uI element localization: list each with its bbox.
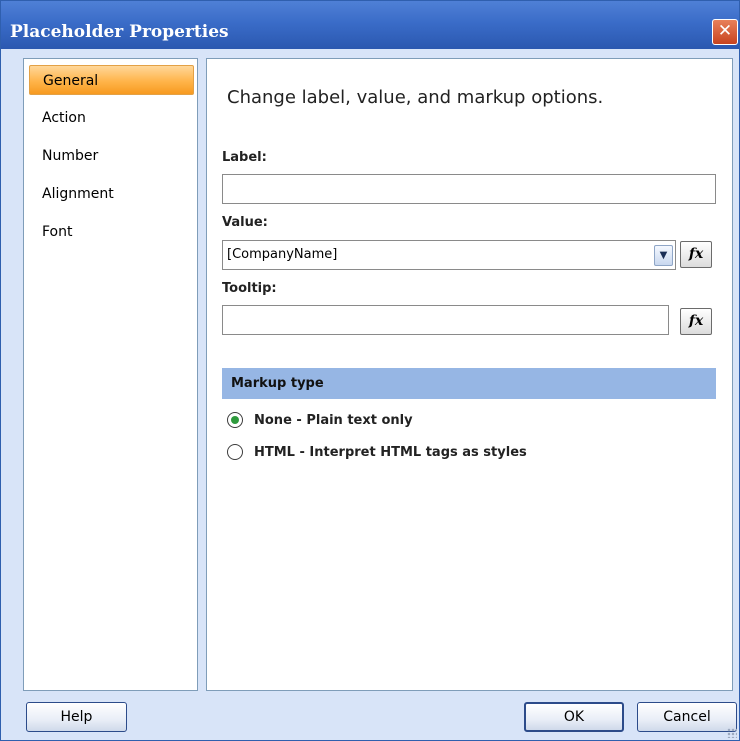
- nav-item-action[interactable]: Action: [29, 103, 194, 133]
- value-field-caption: Value:: [222, 215, 268, 230]
- fx-icon: fx: [688, 313, 704, 329]
- nav-item-general[interactable]: General: [29, 65, 194, 95]
- tooltip-field-caption: Tooltip:: [222, 281, 277, 296]
- tooltip-input[interactable]: [222, 305, 669, 335]
- nav-item-alignment[interactable]: Alignment: [29, 179, 194, 209]
- title-bar: Placeholder Properties ✕: [1, 1, 739, 49]
- label-field-caption: Label:: [222, 150, 267, 165]
- radio-html-label: HTML - Interpret HTML tags as styles: [254, 445, 527, 460]
- resize-grip[interactable]: [727, 728, 737, 738]
- value-dropdown-button[interactable]: ▼: [654, 245, 673, 266]
- radio-none-label: None - Plain text only: [254, 413, 413, 428]
- page-heading: Change label, value, and markup options.: [227, 87, 604, 108]
- value-combobox[interactable]: [CompanyName] ▼: [222, 240, 676, 270]
- help-button[interactable]: Help: [26, 702, 127, 732]
- placeholder-properties-dialog: Placeholder Properties ✕ General Action …: [0, 0, 740, 741]
- close-icon: ✕: [717, 21, 733, 41]
- dialog-title: Placeholder Properties: [10, 22, 229, 42]
- nav-item-font[interactable]: Font: [29, 217, 194, 247]
- nav-panel: General Action Number Alignment Font: [23, 58, 198, 691]
- value-expression-button[interactable]: fx: [680, 241, 712, 268]
- markup-type-header: Markup type: [222, 368, 716, 399]
- nav-item-number[interactable]: Number: [29, 141, 194, 171]
- cancel-button[interactable]: Cancel: [637, 702, 737, 732]
- general-page: Change label, value, and markup options.…: [206, 58, 733, 691]
- chevron-down-icon: ▼: [659, 250, 668, 261]
- radio-none[interactable]: [227, 412, 243, 428]
- close-button[interactable]: ✕: [712, 19, 738, 45]
- label-input[interactable]: [222, 174, 716, 204]
- value-combobox-text: [CompanyName]: [227, 247, 338, 262]
- radio-html[interactable]: [227, 444, 243, 460]
- tooltip-expression-button[interactable]: fx: [680, 308, 712, 335]
- ok-button[interactable]: OK: [524, 702, 624, 732]
- fx-icon: fx: [688, 246, 704, 262]
